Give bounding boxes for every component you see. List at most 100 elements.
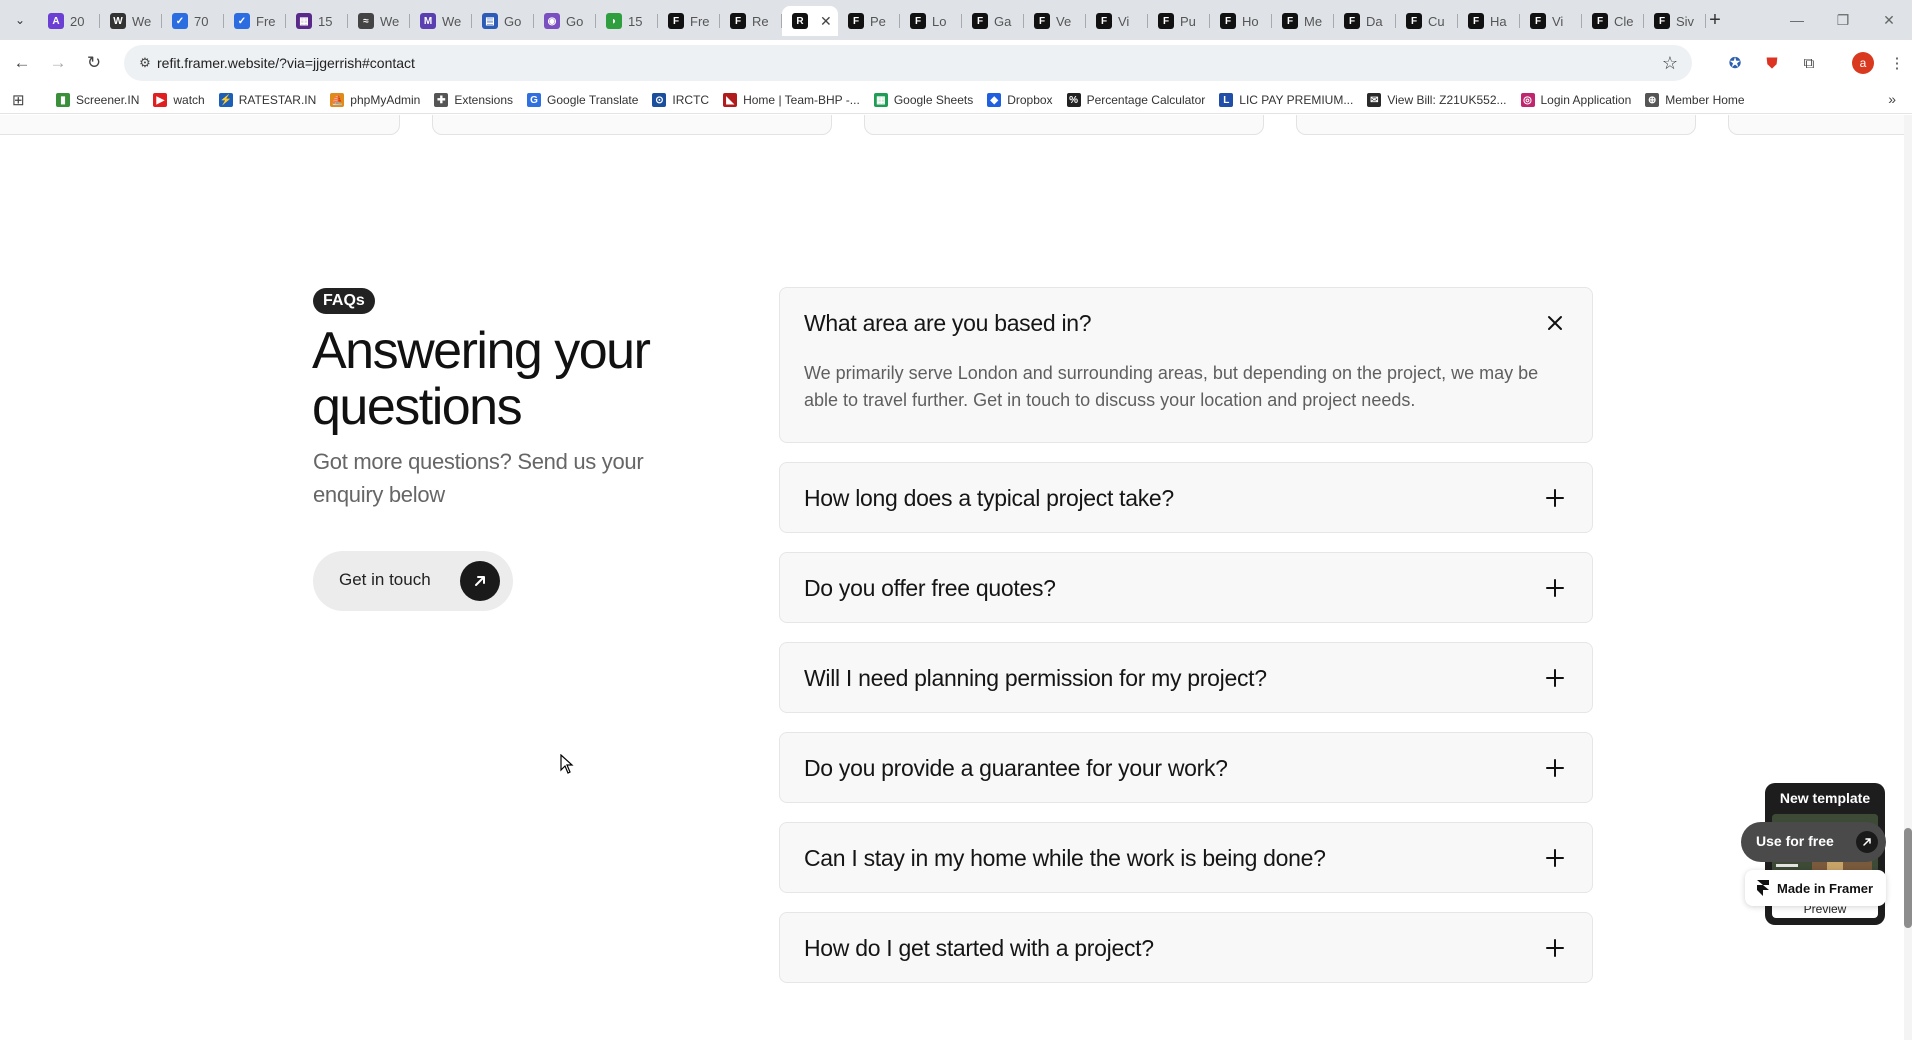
bookmark-item[interactable]: ▶ watch [153, 86, 205, 114]
faq-question[interactable]: How do I get started with a project? [804, 935, 1154, 962]
browser-tab[interactable]: F Da [1334, 6, 1396, 36]
faq-item[interactable]: What area are you based in? We primarily … [779, 287, 1593, 443]
browser-tab[interactable]: ▦ 15 [286, 6, 348, 36]
browser-tab[interactable]: ◉ Go [534, 6, 596, 36]
menu-dots-icon[interactable]: ⋮ [1886, 52, 1908, 74]
browser-tab[interactable]: F Vi [1520, 6, 1582, 36]
plus-icon[interactable] [1542, 935, 1568, 961]
faq-question[interactable]: Do you offer free quotes? [804, 575, 1056, 602]
faq-question[interactable]: Will I need planning permission for my p… [804, 665, 1267, 692]
plus-icon[interactable] [1542, 755, 1568, 781]
made-in-framer-badge[interactable]: Made in Framer [1745, 870, 1886, 906]
browser-tab[interactable]: F Siv [1644, 6, 1706, 36]
browser-tab[interactable]: F Cu [1396, 6, 1458, 36]
browser-tab[interactable]: R ✕ [782, 6, 838, 36]
plus-icon[interactable] [1542, 845, 1568, 871]
plus-icon[interactable] [1542, 665, 1568, 691]
profile-avatar[interactable]: a [1852, 52, 1874, 74]
previous-section-card [0, 115, 400, 135]
faq-item[interactable]: How do I get started with a project? [779, 912, 1593, 983]
get-in-touch-button[interactable]: Get in touch [313, 551, 513, 611]
bookmark-item[interactable]: ▮ Screener.IN [56, 86, 139, 114]
faq-question[interactable]: Can I stay in my home while the work is … [804, 845, 1326, 872]
browser-tab[interactable]: F Vi [1086, 6, 1148, 36]
minimize-button[interactable]: — [1774, 0, 1820, 40]
browser-tab[interactable]: ◗ 15 [596, 6, 658, 36]
plus-icon[interactable] [1542, 485, 1568, 511]
browser-tab[interactable]: F Re [720, 6, 782, 36]
bookmark-label: watch [173, 93, 205, 107]
extensions-puzzle-icon[interactable]: ⧉ [1798, 52, 1820, 74]
bookmark-list: ▮ Screener.IN ▶ watch ⚡ RATESTAR.IN ⛵ phpMyAdmi… [56, 86, 1759, 114]
tab-search-chevron-icon[interactable]: ⌄ [10, 10, 30, 30]
scrollbar-thumb[interactable] [1904, 828, 1912, 928]
browser-tab[interactable]: ▤ Go [472, 6, 534, 36]
apps-grid-icon[interactable]: ⊞ [12, 91, 25, 109]
page-scrollbar[interactable] [1904, 115, 1912, 1040]
reload-icon[interactable]: ↻ [82, 51, 106, 75]
browser-tab[interactable]: A 20 [38, 6, 100, 36]
bookmark-favicon-icon: ✉ [1367, 93, 1382, 107]
bookmark-item[interactable]: L LIC PAY PREMIUM... [1219, 86, 1353, 114]
faq-question[interactable]: What area are you based in? [804, 310, 1092, 337]
browser-tab[interactable]: M We [410, 6, 472, 36]
tab-close-icon[interactable]: ✕ [820, 13, 832, 30]
bookmark-favicon-icon: ▦ [873, 93, 888, 107]
new-tab-button[interactable]: + [1703, 8, 1727, 32]
site-info-icon[interactable]: ⚙ [136, 54, 154, 72]
browser-tab[interactable]: F Fre [658, 6, 720, 36]
browser-tab[interactable]: F Ha [1458, 6, 1520, 36]
close-icon[interactable] [1542, 310, 1568, 336]
bookmark-item[interactable]: ⊕ Member Home [1645, 86, 1745, 114]
browser-tab[interactable]: ✓ Fre [224, 6, 286, 36]
bookmark-item[interactable]: % Percentage Calculator [1066, 86, 1205, 114]
bookmark-item[interactable]: ⚡ RATESTAR.IN [218, 86, 316, 114]
faq-item[interactable]: Can I stay in my home while the work is … [779, 822, 1593, 893]
more-bookmarks-icon[interactable]: » [1888, 91, 1896, 107]
browser-tab[interactable]: ≈ We [348, 6, 410, 36]
bookmark-item[interactable]: ▦ Google Sheets [873, 86, 973, 114]
bookmark-item[interactable]: ✚ Extensions [434, 86, 513, 114]
tab-title: Go [504, 13, 522, 29]
bookmark-item[interactable]: ⛵ phpMyAdmin [330, 86, 420, 114]
bookmark-item[interactable]: ⊙ IRCTC [652, 86, 709, 114]
bookmark-item[interactable]: ◣ Home | Team-BHP -... [723, 86, 860, 114]
tab-title: Me [1304, 13, 1323, 29]
browser-tab[interactable]: ✓ 70 [162, 6, 224, 36]
browser-tab[interactable]: W We [100, 6, 162, 36]
browser-tab[interactable]: F Cle [1582, 6, 1644, 36]
shield-extension-icon[interactable]: ⛊ [1761, 52, 1783, 74]
browser-tab[interactable]: F Ga [962, 6, 1024, 36]
tab-favicon-icon: ▦ [296, 13, 312, 29]
browser-tab[interactable]: F Ho [1210, 6, 1272, 36]
faq-item[interactable]: Do you offer free quotes? [779, 552, 1593, 623]
plus-icon[interactable] [1542, 575, 1568, 601]
tab-favicon-icon: F [910, 13, 926, 29]
faq-question[interactable]: Do you provide a guarantee for your work… [804, 755, 1228, 782]
tab-favicon-icon: F [668, 13, 684, 29]
use-for-free-button[interactable]: Use for free [1741, 822, 1886, 862]
browser-tab[interactable]: F Me [1272, 6, 1334, 36]
browser-tab[interactable]: F Pe [838, 6, 900, 36]
bookmark-item[interactable]: G Google Translate [527, 86, 638, 114]
browser-tab[interactable]: F Pu [1148, 6, 1210, 36]
browser-tab[interactable]: F Ve [1024, 6, 1086, 36]
bookmark-item[interactable]: ✉ View Bill: Z21UK552... [1367, 86, 1507, 114]
browser-tab[interactable]: F Lo [900, 6, 962, 36]
faq-item[interactable]: How long does a typical project take? [779, 462, 1593, 533]
url-text[interactable]: refit.framer.website/?via=jjgerrish#cont… [157, 55, 415, 71]
bookmark-star-icon[interactable]: ☆ [1662, 53, 1678, 74]
bookmark-favicon-icon: ▶ [153, 93, 168, 107]
address-bar[interactable]: ⚙ refit.framer.website/?via=jjgerrish#co… [124, 45, 1692, 81]
forward-arrow-icon[interactable]: → [46, 51, 70, 75]
bookmark-favicon-icon: ⚡ [218, 93, 233, 107]
faq-question[interactable]: How long does a typical project take? [804, 485, 1174, 512]
faq-item[interactable]: Will I need planning permission for my p… [779, 642, 1593, 713]
faq-item[interactable]: Do you provide a guarantee for your work… [779, 732, 1593, 803]
extension-icon[interactable]: ✪ [1724, 52, 1746, 74]
bookmark-item[interactable]: ◎ Login Application [1520, 86, 1631, 114]
back-arrow-icon[interactable]: ← [10, 51, 34, 75]
close-window-button[interactable]: ✕ [1866, 0, 1912, 40]
bookmark-item[interactable]: ◆ Dropbox [987, 86, 1053, 114]
restore-button[interactable]: ❐ [1820, 0, 1866, 40]
